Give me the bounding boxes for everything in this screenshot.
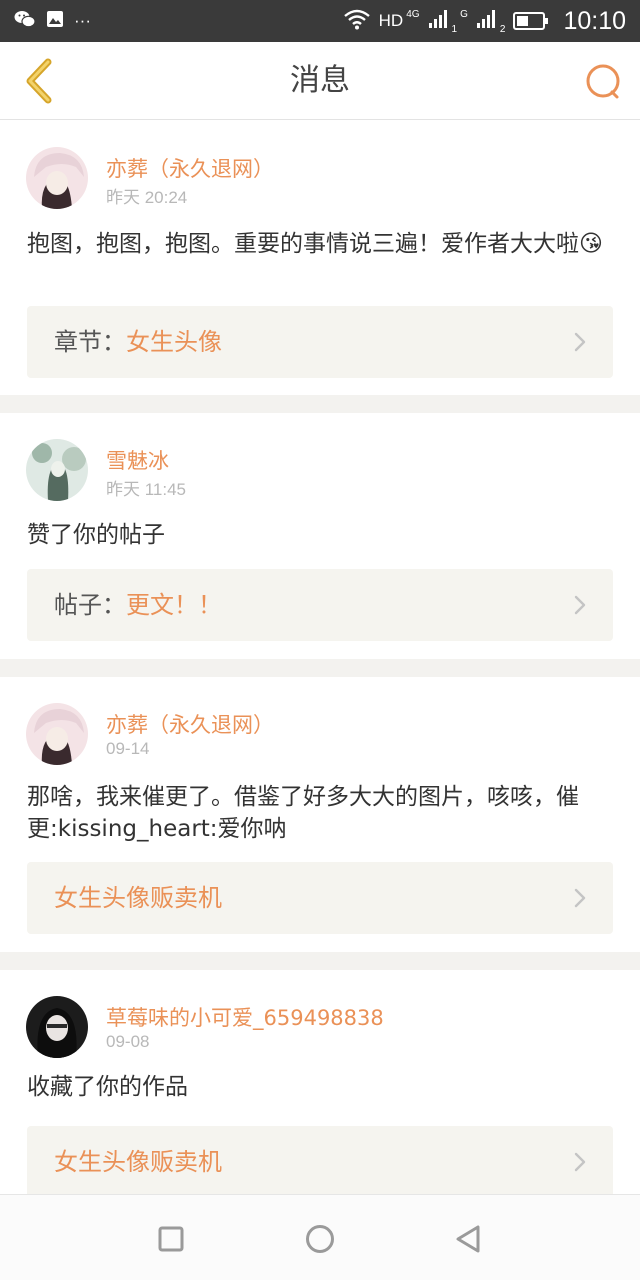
search-icon bbox=[586, 64, 620, 99]
chevron-right-icon bbox=[574, 1152, 586, 1172]
signal-icon bbox=[428, 9, 450, 33]
message-card[interactable]: 亦葬（永久退网） 09-14 那啥，我来催更了。借鉴了好多大大的图片，咳咳，催更… bbox=[0, 677, 640, 952]
reference-link[interactable]: 女生头像贩卖机 bbox=[27, 862, 613, 934]
reference-text: 帖子：更文！！ bbox=[54, 569, 222, 641]
username[interactable]: 亦葬（永久退网） bbox=[106, 153, 274, 183]
avatar[interactable] bbox=[26, 996, 88, 1058]
timestamp: 09-08 bbox=[106, 1032, 150, 1051]
chevron-right-icon bbox=[574, 332, 586, 352]
message-list[interactable]: 亦葬（永久退网） 昨天 20:24 抱图，抱图，抱图。重要的事情说三遍！爱作者大… bbox=[0, 121, 640, 1194]
sim-2-label: 2 bbox=[499, 23, 506, 35]
system-nav-bar bbox=[0, 1194, 640, 1280]
search-button[interactable] bbox=[580, 58, 628, 106]
reference-text: 女生头像贩卖机 bbox=[54, 1126, 222, 1194]
username[interactable]: 亦葬（永久退网） bbox=[106, 709, 274, 739]
avatar[interactable] bbox=[26, 439, 88, 501]
divider bbox=[0, 395, 640, 413]
message-text: 抱图，抱图，抱图。重要的事情说三遍！爱作者大大啦😘 bbox=[27, 231, 603, 257]
signal-icon-2 bbox=[476, 9, 498, 33]
timestamp: 09-14 bbox=[106, 739, 150, 758]
reference-link[interactable]: 帖子：更文！！ bbox=[27, 569, 613, 641]
reference-value: 女生头像贩卖机 bbox=[54, 1148, 222, 1176]
chevron-right-icon bbox=[574, 888, 586, 908]
recents-button[interactable] bbox=[153, 1221, 189, 1257]
reference-link[interactable]: 章节：女生头像 bbox=[27, 306, 613, 378]
reference-value: 更文！！ bbox=[126, 591, 222, 619]
message-text: 赞了你的帖子 bbox=[27, 522, 165, 548]
reference-value: 女生头像贩卖机 bbox=[54, 884, 222, 912]
divider bbox=[0, 952, 640, 970]
home-button[interactable] bbox=[302, 1221, 338, 1257]
app-header: 消息 bbox=[0, 42, 640, 120]
message-card[interactable]: 草莓味的小可爱_659498838 09-08 收藏了你的作品 女生头像贩卖机 bbox=[0, 970, 640, 1194]
status-bar: ··· HD 4G 1 G 2 10:10 bbox=[0, 0, 640, 42]
battery-icon bbox=[513, 12, 549, 30]
username[interactable]: 草莓味的小可爱_659498838 bbox=[106, 1002, 384, 1032]
back-button[interactable] bbox=[14, 56, 64, 106]
clock: 10:10 bbox=[563, 6, 626, 35]
reference-label: 帖子： bbox=[54, 591, 126, 619]
avatar[interactable] bbox=[26, 147, 88, 209]
timestamp: 昨天 20:24 bbox=[106, 188, 188, 207]
wifi-icon bbox=[343, 8, 371, 34]
gallery-icon bbox=[46, 10, 64, 32]
reference-text: 章节：女生头像 bbox=[54, 306, 222, 378]
message-text: 那啥，我来催更了。借鉴了好多大大的图片，咳咳，催更:kissing_heart:… bbox=[27, 784, 579, 842]
username[interactable]: 雪魅冰 bbox=[106, 445, 169, 475]
wechat-icon bbox=[14, 10, 36, 32]
back-nav-button[interactable] bbox=[450, 1221, 486, 1257]
chevron-right-icon bbox=[574, 595, 586, 615]
reference-value: 女生头像 bbox=[126, 328, 222, 356]
more-dots-icon: ··· bbox=[74, 11, 91, 30]
triangle-back-icon bbox=[456, 1225, 480, 1253]
network-type-2: G bbox=[460, 8, 468, 20]
page-title: 消息 bbox=[290, 63, 350, 98]
status-left: ··· bbox=[14, 0, 91, 42]
message-card[interactable]: 雪魅冰 昨天 11:45 赞了你的帖子 帖子：更文！！ bbox=[0, 413, 640, 659]
avatar[interactable] bbox=[26, 703, 88, 765]
sim-1-label: 1 bbox=[451, 23, 458, 35]
network-type-1: 4G bbox=[406, 8, 420, 20]
status-right: HD 4G 1 G 2 10:10 bbox=[343, 0, 626, 42]
square-recents-icon bbox=[158, 1226, 184, 1252]
reference-text: 女生头像贩卖机 bbox=[54, 862, 222, 934]
reference-link[interactable]: 女生头像贩卖机 bbox=[27, 1126, 613, 1194]
reference-label: 章节： bbox=[54, 328, 126, 356]
hd-label: HD bbox=[378, 11, 404, 30]
chevron-left-icon bbox=[26, 58, 52, 104]
message-card[interactable]: 亦葬（永久退网） 昨天 20:24 抱图，抱图，抱图。重要的事情说三遍！爱作者大… bbox=[0, 121, 640, 395]
divider bbox=[0, 659, 640, 677]
message-text: 收藏了你的作品 bbox=[27, 1074, 188, 1100]
timestamp: 昨天 11:45 bbox=[106, 480, 187, 499]
circle-home-icon bbox=[306, 1225, 334, 1253]
